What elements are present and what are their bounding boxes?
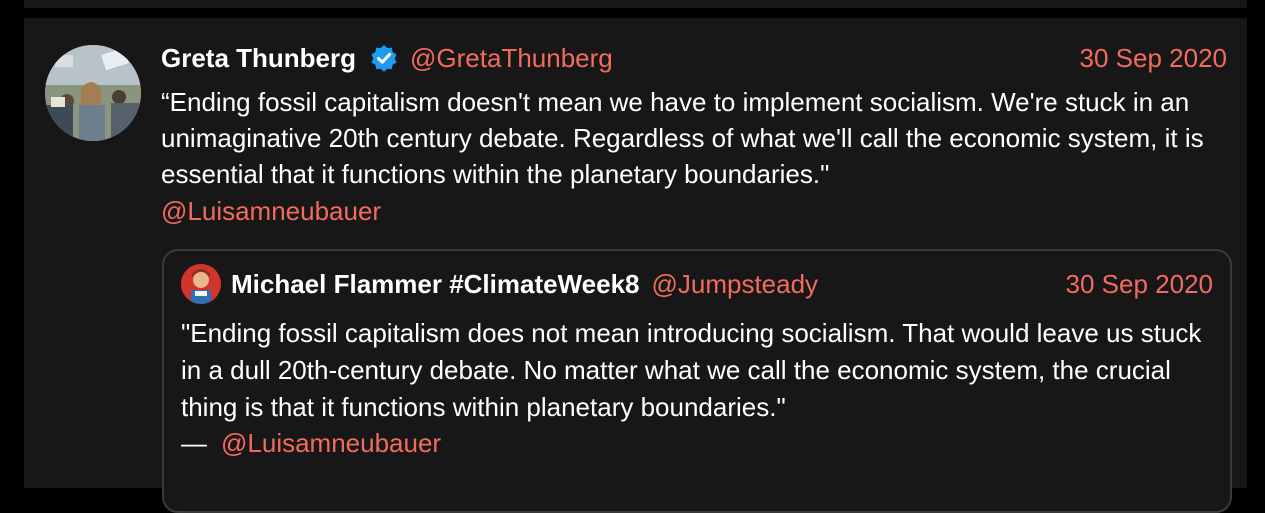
quoted-mention-link[interactable]: @Luisamneubauer	[221, 428, 441, 458]
tweet-text: “Ending fossil capitalism doesn't mean w…	[161, 87, 1204, 189]
quoted-tweet-attribution: — @Luisamneubauer	[181, 425, 441, 462]
quoted-author-name[interactable]: Michael Flammer #ClimateWeek8	[231, 269, 639, 300]
tweet-date[interactable]: 30 Sep 2020	[1080, 43, 1227, 74]
quoted-tweet-text: "Ending fossil capitalism does not mean …	[181, 318, 1202, 422]
tweet-mention-link[interactable]: @Luisamneubauer	[161, 193, 381, 229]
previous-tweet-card	[24, 0, 1247, 8]
quoted-tweet-date[interactable]: 30 Sep 2020	[1066, 269, 1213, 300]
author-name[interactable]: Greta Thunberg	[161, 43, 356, 74]
quoted-tweet[interactable]: Michael Flammer #ClimateWeek8 @Jumpstead…	[162, 249, 1232, 513]
attribution-dash: —	[181, 428, 207, 458]
verified-badge-icon	[370, 44, 398, 72]
author-handle[interactable]: @GretaThunberg	[410, 43, 613, 74]
quoted-author-handle[interactable]: @Jumpsteady	[651, 269, 818, 300]
tweet-card[interactable]: Greta Thunberg @GretaThunberg 30 Sep 202…	[24, 18, 1247, 513]
tweet-header: Greta Thunberg @GretaThunberg 30 Sep 202…	[161, 40, 1227, 76]
quoted-tweet-header: Michael Flammer #ClimateWeek8 @Jumpstead…	[181, 264, 1213, 304]
quoted-author-avatar[interactable]	[181, 264, 221, 304]
author-avatar[interactable]	[45, 45, 141, 141]
